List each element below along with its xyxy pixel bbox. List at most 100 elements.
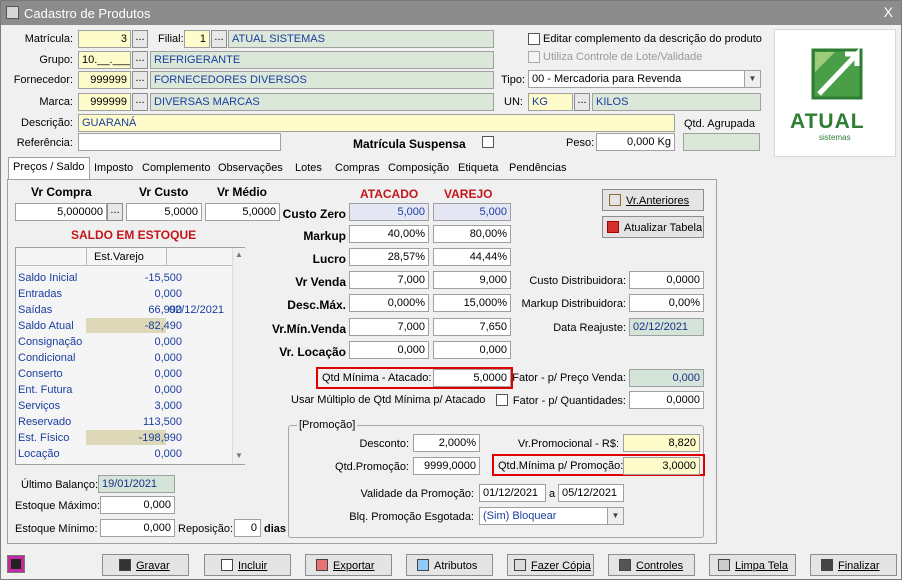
- un-code-input[interactable]: KG: [528, 93, 573, 111]
- peso-input[interactable]: 0,000 Kg: [596, 133, 675, 151]
- estoque-minimo-label: Estoque Mínimo:: [15, 523, 98, 535]
- vr-locacao-label: Vr. Locação: [279, 345, 346, 359]
- vr-custo-input[interactable]: 5,0000: [126, 203, 202, 221]
- chevron-down-icon[interactable]: ▼: [744, 71, 760, 87]
- referencia-input[interactable]: [78, 133, 281, 151]
- validade-ate-input[interactable]: 05/12/2021: [558, 484, 624, 502]
- controle-lote-checkbox[interactable]: [528, 51, 540, 63]
- tab-precos-saldo[interactable]: Preços / Saldo: [8, 157, 90, 179]
- app-icon: [6, 6, 19, 19]
- blq-promocao-select[interactable]: (Sim) Bloquear ▼: [479, 507, 624, 525]
- tab-observacoes[interactable]: Observações: [214, 159, 287, 179]
- est-varejo-col-header: Est.Varejo: [94, 251, 144, 263]
- scroll-down-icon[interactable]: ▼: [235, 451, 243, 460]
- saldo-row: Reservado 113,500: [16, 414, 231, 430]
- lucro-varejo-input[interactable]: 44,44%: [433, 248, 511, 266]
- floppy-icon: [119, 559, 131, 571]
- saldo-row: Consignação 0,000: [16, 334, 231, 350]
- finalizar-button[interactable]: Finalizar: [810, 554, 897, 576]
- limpa-tela-button[interactable]: Limpa Tela: [709, 554, 796, 576]
- marca-code-input[interactable]: 999999: [78, 93, 131, 111]
- qtd-minima-atacado-input[interactable]: 5,0000: [433, 369, 511, 387]
- fornecedor-code-input[interactable]: 999999: [78, 71, 131, 89]
- editar-complemento-checkbox[interactable]: [528, 33, 540, 45]
- exportar-button[interactable]: Exportar: [305, 554, 392, 576]
- vr-min-venda-varejo-input[interactable]: 7,650: [433, 318, 511, 336]
- estoque-maximo-input[interactable]: 0,000: [100, 496, 175, 514]
- matricula-lookup-button[interactable]: ...: [132, 30, 148, 48]
- reposicao-input[interactable]: 0: [234, 519, 261, 537]
- filial-code-input[interactable]: 1: [184, 30, 210, 48]
- vr-locacao-varejo-input[interactable]: 0,000: [433, 341, 511, 359]
- saldo-row: Saídas 66,990 02/12/2021: [16, 302, 231, 318]
- desconto-input[interactable]: 2,000%: [413, 434, 480, 452]
- incluir-button[interactable]: Incluir: [204, 554, 291, 576]
- qtd-minima-atacado-label: Qtd Mínima - Atacado:: [322, 372, 432, 384]
- desc-max-atacado-input[interactable]: 0,000%: [349, 294, 429, 312]
- save-status-icon[interactable]: [7, 555, 25, 573]
- vr-compra-lookup-button[interactable]: ...: [107, 203, 123, 221]
- chevron-down-icon[interactable]: ▼: [607, 508, 623, 524]
- saldo-row-value: 0,000: [154, 384, 182, 396]
- tab-lotes[interactable]: Lotes: [291, 159, 326, 179]
- desc-max-varejo-input[interactable]: 15,000%: [433, 294, 511, 312]
- tab-composicao[interactable]: Composição: [384, 159, 453, 179]
- descricao-input[interactable]: GUARANÁ: [78, 114, 675, 132]
- marca-name-field: DIVERSAS MARCAS: [150, 93, 494, 111]
- vr-compra-input[interactable]: 5,000000: [15, 203, 107, 221]
- qtd-minima-promocao-input[interactable]: 3,0000: [623, 457, 700, 475]
- fator-qtd-input[interactable]: 0,0000: [629, 391, 704, 409]
- close-icon[interactable]: X: [884, 4, 893, 20]
- un-lookup-button[interactable]: ...: [574, 93, 590, 111]
- tab-etiqueta[interactable]: Etiqueta: [454, 159, 502, 179]
- tipo-label: Tipo:: [501, 74, 526, 86]
- tab-complemento[interactable]: Complemento: [138, 159, 214, 179]
- scroll-up-icon[interactable]: ▲: [235, 250, 243, 259]
- estoque-minimo-input[interactable]: 0,000: [100, 519, 175, 537]
- vr-venda-atacado-input[interactable]: 7,000: [349, 271, 429, 289]
- exportar-label: Exportar: [333, 560, 375, 572]
- tab-imposto[interactable]: Imposto: [90, 159, 137, 179]
- saldo-row-value: 0,000: [154, 368, 182, 380]
- markup-varejo-input[interactable]: 80,00%: [433, 225, 511, 243]
- markup-distribuidora-input[interactable]: 0,00%: [629, 294, 704, 312]
- vr-venda-label: Vr Venda: [295, 275, 346, 289]
- validade-de-input[interactable]: 01/12/2021: [479, 484, 546, 502]
- matricula-input[interactable]: 3: [78, 30, 131, 48]
- atualizar-tabela-button[interactable]: Atualizar Tabela: [602, 216, 704, 238]
- new-document-icon: [221, 559, 233, 571]
- gravar-button[interactable]: Gravar: [102, 554, 189, 576]
- lucro-atacado-input[interactable]: 28,57%: [349, 248, 429, 266]
- controles-button[interactable]: Controles: [608, 554, 695, 576]
- vr-anteriores-button[interactable]: Vr.Anteriores: [602, 189, 704, 211]
- fornecedor-lookup-button[interactable]: ...: [132, 71, 148, 89]
- saldo-row-label: Serviços: [18, 400, 61, 412]
- attributes-icon: [417, 559, 429, 571]
- qtd-promocao-label: Qtd.Promoção:: [335, 461, 409, 473]
- grupo-code-input[interactable]: 10.__.___: [78, 51, 131, 69]
- vr-venda-varejo-input[interactable]: 9,000: [433, 271, 511, 289]
- matricula-suspensa-checkbox[interactable]: [482, 136, 494, 148]
- qtd-promocao-input[interactable]: 9999,0000: [413, 457, 480, 475]
- fazer-copia-button[interactable]: Fazer Cópia: [507, 554, 594, 576]
- vr-promocional-input[interactable]: 8,820: [623, 434, 700, 452]
- promocao-legend: [Promoção]: [297, 419, 358, 431]
- filial-lookup-button[interactable]: ...: [211, 30, 227, 48]
- custo-distribuidora-input[interactable]: 0,0000: [629, 271, 704, 289]
- fornecedor-name-field: FORNECEDORES DIVERSOS: [150, 71, 494, 89]
- saldo-row: Saldo Atual -82,490: [16, 318, 231, 334]
- tab-pendencias[interactable]: Pendências: [505, 159, 571, 179]
- markup-atacado-input[interactable]: 40,00%: [349, 225, 429, 243]
- atributos-button[interactable]: Atributos: [406, 554, 493, 576]
- saldo-row-value: -15,500: [144, 272, 182, 284]
- tab-compras[interactable]: Compras: [331, 159, 384, 179]
- fornecedor-label: Fornecedor:: [13, 74, 73, 86]
- vr-custo-label: Vr Custo: [139, 185, 189, 199]
- saldo-scrollbar[interactable]: ▲ ▼: [232, 248, 245, 464]
- grupo-lookup-button[interactable]: ...: [132, 51, 148, 69]
- vr-min-venda-atacado-input[interactable]: 7,000: [349, 318, 429, 336]
- tipo-select[interactable]: 00 - Mercadoria para Revenda ▼: [528, 70, 761, 88]
- saldo-row-value: -82,490: [144, 320, 182, 332]
- vr-locacao-atacado-input[interactable]: 0,000: [349, 341, 429, 359]
- marca-lookup-button[interactable]: ...: [132, 93, 148, 111]
